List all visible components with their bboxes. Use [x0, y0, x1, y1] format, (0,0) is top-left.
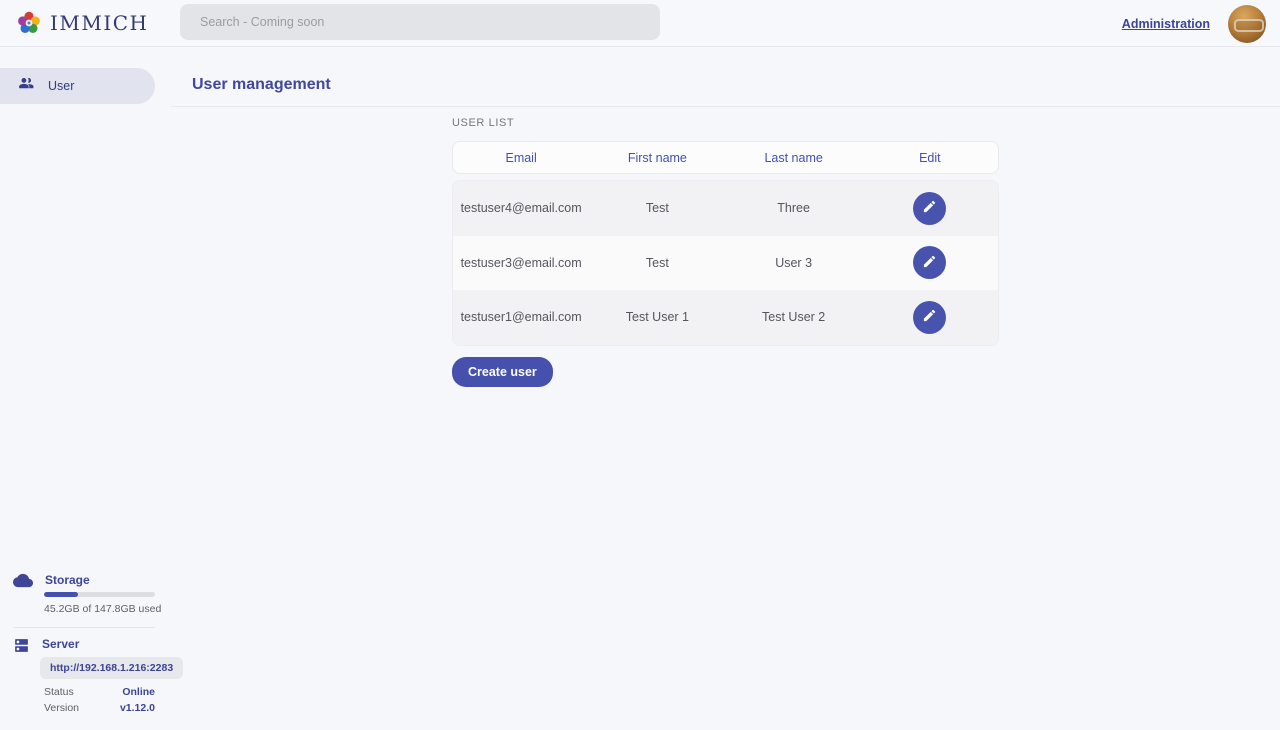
- storage-panel: Storage 45.2GB of 147.8GB used: [0, 573, 171, 593]
- user-email: testuser4@email.com: [453, 201, 589, 215]
- user-last-name: User 3: [726, 256, 862, 270]
- column-header-email: Email: [453, 151, 589, 165]
- table-row: testuser1@email.com Test User 1 Test Use…: [453, 290, 998, 345]
- server-title: Server: [42, 637, 79, 651]
- user-list-label: USER LIST: [452, 117, 514, 129]
- user-table-header: Email First name Last name Edit: [452, 141, 999, 174]
- status-label: Status: [44, 686, 74, 698]
- column-header-first-name: First name: [589, 151, 725, 165]
- users-icon: [16, 74, 35, 98]
- storage-title: Storage: [45, 573, 90, 587]
- administration-link[interactable]: Administration: [1122, 17, 1210, 31]
- sidebar-item-label: User: [48, 79, 74, 93]
- user-email: testuser1@email.com: [453, 310, 589, 324]
- title-divider: [171, 106, 1280, 107]
- column-header-edit: Edit: [862, 151, 998, 165]
- pencil-icon: [922, 308, 937, 326]
- create-user-button[interactable]: Create user: [452, 357, 553, 387]
- server-panel: Server http://192.168.1.216:2283 Status …: [0, 637, 171, 659]
- storage-usage-text: 45.2GB of 147.8GB used: [44, 603, 161, 615]
- version-label: Version: [44, 702, 79, 714]
- status-value: Online: [122, 686, 155, 698]
- sidebar-item-user[interactable]: User: [0, 68, 155, 104]
- app-title: IMMICH: [50, 11, 149, 35]
- user-last-name: Three: [726, 201, 862, 215]
- sidebar-divider: [14, 627, 155, 628]
- server-status-row: Status Online: [44, 686, 155, 698]
- user-first-name: Test User 1: [589, 310, 725, 324]
- storage-progress-fill: [44, 592, 78, 597]
- user-first-name: Test: [589, 256, 725, 270]
- page-title: User management: [192, 76, 331, 94]
- version-value: v1.12.0: [120, 702, 155, 714]
- app-logo[interactable]: IMMICH: [0, 10, 149, 36]
- server-version-row: Version v1.12.0: [44, 702, 155, 714]
- table-row: testuser4@email.com Test Three: [453, 181, 998, 236]
- column-header-last-name: Last name: [726, 151, 862, 165]
- user-email: testuser3@email.com: [453, 256, 589, 270]
- server-url: http://192.168.1.216:2283: [40, 657, 183, 679]
- edit-user-button[interactable]: [913, 301, 946, 334]
- search-input[interactable]: [180, 4, 660, 40]
- cloud-icon: [13, 573, 33, 593]
- user-last-name: Test User 2: [726, 310, 862, 324]
- table-row: testuser3@email.com Test User 3: [453, 236, 998, 291]
- user-table: testuser4@email.com Test Three testuser3…: [452, 180, 999, 346]
- storage-progress-bar: [44, 592, 155, 597]
- pencil-icon: [922, 254, 937, 272]
- edit-user-button[interactable]: [913, 192, 946, 225]
- edit-user-button[interactable]: [913, 246, 946, 279]
- top-bar: IMMICH Administration: [0, 0, 1280, 47]
- server-icon: [13, 637, 30, 659]
- pencil-icon: [922, 199, 937, 217]
- user-avatar[interactable]: [1228, 5, 1266, 43]
- immich-flower-icon: [16, 10, 42, 36]
- user-first-name: Test: [589, 201, 725, 215]
